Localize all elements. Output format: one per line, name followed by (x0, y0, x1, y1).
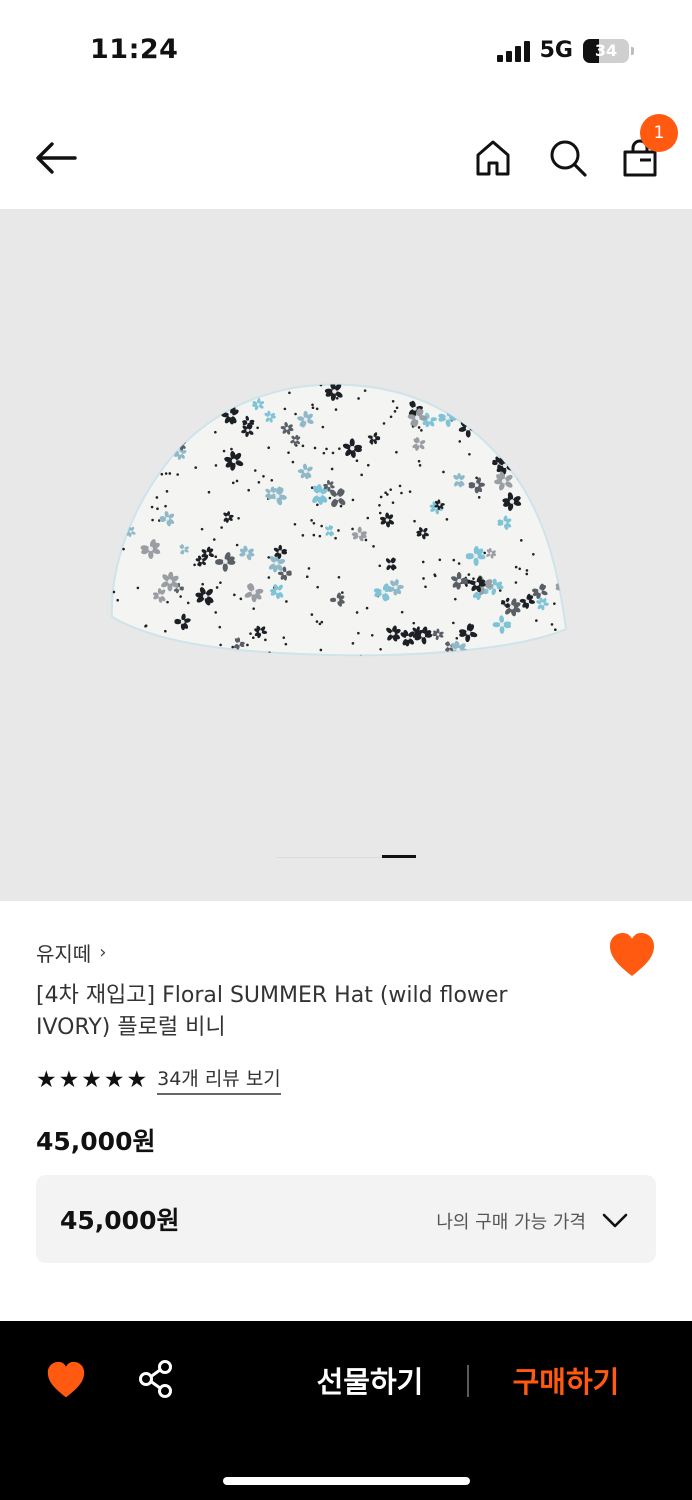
product-image-gallery[interactable] (0, 209, 692, 901)
my-price-dropdown[interactable]: 45,000원 나의 구매 가능 가격 (36, 1175, 656, 1263)
bottom-action-bar: 선물하기 구매하기 (0, 1321, 692, 1500)
status-time: 11:24 (90, 34, 179, 65)
cart-count-badge: 1 (640, 114, 678, 152)
gift-button[interactable]: 선물하기 (300, 1359, 440, 1405)
chevron-right-icon: › (99, 942, 107, 963)
star-rating: ★ ★ ★ ★ ★ (36, 1068, 147, 1092)
rating-row: ★ ★ ★ ★ ★ 34개 리뷰 보기 (36, 1064, 281, 1095)
review-link[interactable]: 34개 리뷰 보기 (157, 1064, 281, 1095)
back-button[interactable] (30, 132, 82, 184)
star-icon: ★ (81, 1066, 102, 1093)
product-price: 45,000원 (36, 1127, 156, 1156)
top-nav (0, 110, 692, 205)
star-icon: ★ (36, 1066, 57, 1093)
brand-link[interactable]: 유지떼 › (36, 938, 106, 967)
chevron-down-icon (602, 1213, 628, 1228)
network-label: 5G (539, 38, 573, 63)
my-price-label: 나의 구매 가능 가격 (436, 1212, 586, 1233)
button-divider (467, 1365, 469, 1397)
heart-icon (47, 1361, 85, 1398)
product-title: [4차 재입고] Floral SUMMER Hat (wild flower … (36, 983, 508, 1040)
buy-button[interactable]: 구매하기 (496, 1359, 636, 1405)
battery-icon: 34 (583, 38, 629, 63)
share-icon (139, 1360, 172, 1398)
gallery-pager (276, 855, 416, 859)
home-indicator (223, 1477, 470, 1485)
battery-tip (631, 46, 634, 55)
my-price-amount: 45,000원 (60, 1206, 180, 1235)
home-button[interactable] (468, 132, 518, 184)
status-indicators: 5G 34 (496, 38, 634, 63)
status-bar: 11:24 5G 34 (0, 0, 692, 100)
share-button[interactable] (136, 1359, 180, 1403)
arrow-left-icon (36, 142, 77, 174)
star-icon: ★ (103, 1066, 125, 1093)
pager-indicator (382, 855, 416, 858)
battery-percent: 34 (594, 40, 618, 60)
search-button[interactable] (542, 132, 594, 184)
home-icon (476, 140, 510, 176)
heart-icon (610, 933, 654, 976)
bottom-wishlist-button[interactable] (46, 1361, 90, 1403)
brand-name: 유지떼 (36, 942, 92, 966)
signal-icon (496, 40, 530, 62)
product-image (110, 383, 568, 657)
star-icon: ★ (126, 1066, 148, 1093)
star-icon: ★ (58, 1066, 80, 1093)
wishlist-button[interactable] (608, 932, 658, 982)
search-icon (550, 140, 587, 177)
